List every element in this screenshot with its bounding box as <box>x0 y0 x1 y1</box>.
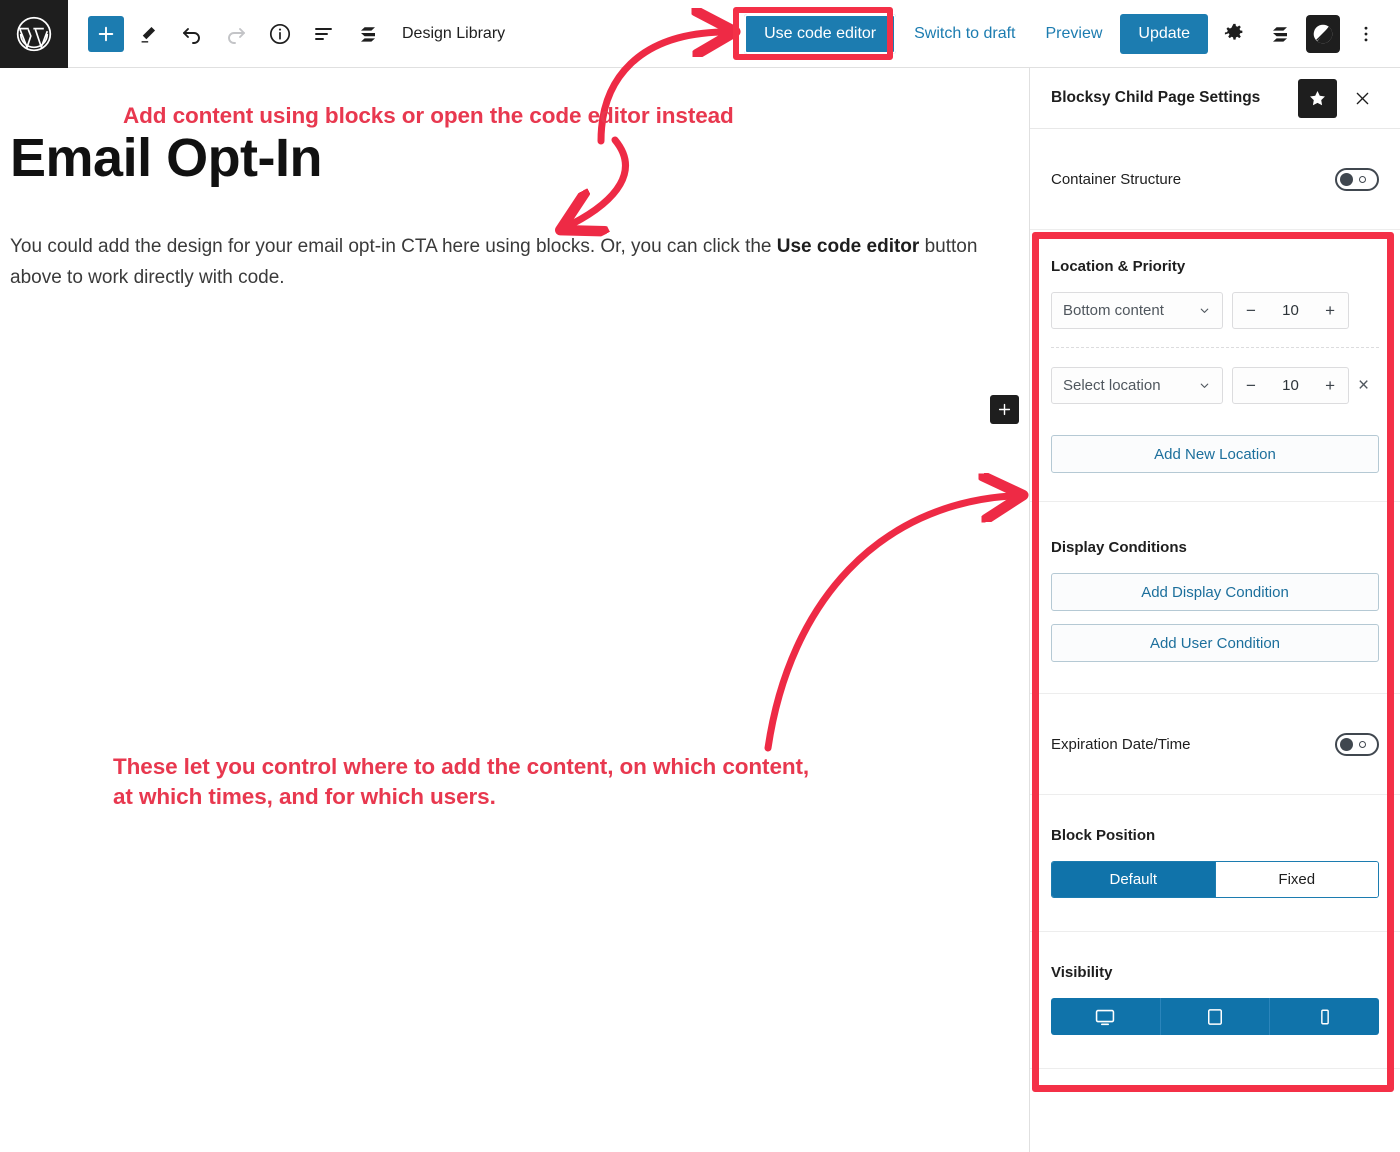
location-select-1-value: Bottom content <box>1063 302 1164 319</box>
undo-icon[interactable] <box>172 14 212 54</box>
block-position-segmented-control: Default Fixed <box>1051 861 1379 898</box>
close-icon[interactable] <box>1344 80 1380 116</box>
location-row: Bottom content − 10 + <box>1051 292 1379 329</box>
pencil-edit-icon[interactable] <box>128 14 168 54</box>
priority-stepper-2[interactable]: − 10 + <box>1232 367 1349 404</box>
page-title[interactable]: Email Opt-In <box>10 131 323 185</box>
location-row: Select location − 10 + × <box>1051 367 1379 404</box>
add-new-location-button[interactable]: Add New Location <box>1051 435 1379 473</box>
display-conditions-title: Display Conditions <box>1051 539 1187 556</box>
design-library-label[interactable]: Design Library <box>402 25 505 43</box>
container-structure-label: Container Structure <box>1051 170 1182 188</box>
block-inserter-icon[interactable] <box>990 395 1019 424</box>
add-user-condition-button[interactable]: Add User Condition <box>1051 624 1379 662</box>
remove-location-button[interactable]: × <box>1358 376 1369 395</box>
update-button[interactable]: Update <box>1120 13 1208 54</box>
container-structure-section: Container Structure <box>1030 129 1400 230</box>
sidebar-header: Blocksy Child Page Settings <box>1030 68 1400 129</box>
block-position-title: Block Position <box>1051 827 1156 844</box>
location-priority-title: Location & Priority <box>1051 258 1186 275</box>
priority-value-1: 10 <box>1282 302 1299 319</box>
container-structure-row: Container Structure <box>1051 129 1379 229</box>
switch-to-draft-button[interactable]: Switch to draft <box>902 15 1027 53</box>
block-position-section: Block Position Default Fixed <box>1030 795 1400 932</box>
chevron-down-icon <box>1200 383 1209 388</box>
blocksy-logo-icon[interactable] <box>1306 14 1340 53</box>
toggle-knob <box>1340 737 1353 751</box>
use-code-editor-button[interactable]: Use code editor <box>744 13 897 54</box>
priority-increment-2[interactable]: + <box>1325 377 1335 394</box>
toggle-dot <box>1359 740 1366 748</box>
stackable-logo-icon[interactable] <box>1260 14 1300 54</box>
toolbar-left-group: Design Library <box>68 14 505 54</box>
options-menu-icon[interactable] <box>1346 14 1386 54</box>
star-icon[interactable] <box>1298 78 1337 118</box>
content-paragraph[interactable]: You could add the design for your email … <box>10 232 995 294</box>
location-priority-section: Location & Priority Bottom content − 10 … <box>1030 230 1400 502</box>
priority-decrement-2[interactable]: − <box>1246 377 1256 394</box>
paragraph-bold-phrase: Use code editor <box>776 236 920 257</box>
paragraph-text-before: You could add the design for your email … <box>10 236 777 257</box>
toggle-dot <box>1359 175 1366 183</box>
editor-canvas: Email Opt-In You could add the design fo… <box>0 68 1029 1152</box>
visibility-device-toggle-group <box>1051 998 1379 1035</box>
chevron-down-icon <box>1200 308 1209 313</box>
tablet-icon[interactable] <box>1159 998 1270 1035</box>
location-divider <box>1051 347 1379 348</box>
container-structure-toggle[interactable] <box>1335 167 1379 191</box>
add-block-icon[interactable] <box>88 15 124 52</box>
sidebar-title: Blocksy Child Page Settings <box>1051 89 1261 106</box>
toolbar-right-group: Use code editor Switch to draft Preview … <box>744 13 1400 54</box>
list-view-icon[interactable] <box>304 14 344 54</box>
preview-button[interactable]: Preview <box>1034 15 1115 53</box>
wordpress-logo-icon[interactable] <box>0 0 68 68</box>
expiration-toggle[interactable] <box>1335 732 1379 756</box>
expiration-label: Expiration Date/Time <box>1051 735 1191 753</box>
block-position-option-fixed[interactable]: Fixed <box>1214 862 1378 897</box>
visibility-title: Visibility <box>1051 964 1113 981</box>
settings-sidebar: Blocksy Child Page Settings Container St… <box>1029 68 1400 1152</box>
location-select-2[interactable]: Select location <box>1051 367 1223 404</box>
priority-value-2: 10 <box>1282 377 1299 394</box>
expiration-row: Expiration Date/Time <box>1051 694 1379 794</box>
location-select-2-value: Select location <box>1063 377 1161 394</box>
editor-toolbar: Design Library Use code editor Switch to… <box>0 0 1400 68</box>
visibility-section: Visibility <box>1030 932 1400 1069</box>
add-display-condition-button[interactable]: Add Display Condition <box>1051 573 1379 611</box>
expiration-section: Expiration Date/Time <box>1030 694 1400 795</box>
priority-decrement-1[interactable]: − <box>1246 302 1256 319</box>
display-conditions-section: Display Conditions Add Display Condition… <box>1030 502 1400 694</box>
priority-increment-1[interactable]: + <box>1325 302 1335 319</box>
redo-icon[interactable] <box>216 14 256 54</box>
stackable-logo-icon[interactable] <box>348 14 388 54</box>
settings-gear-icon[interactable] <box>1214 14 1254 54</box>
mobile-icon[interactable] <box>1269 998 1379 1035</box>
block-position-option-default[interactable]: Default <box>1052 862 1215 897</box>
info-icon[interactable] <box>260 14 300 54</box>
priority-stepper-1[interactable]: − 10 + <box>1232 292 1349 329</box>
desktop-icon[interactable] <box>1051 998 1160 1035</box>
location-select-1[interactable]: Bottom content <box>1051 292 1223 329</box>
toggle-knob <box>1340 172 1353 186</box>
